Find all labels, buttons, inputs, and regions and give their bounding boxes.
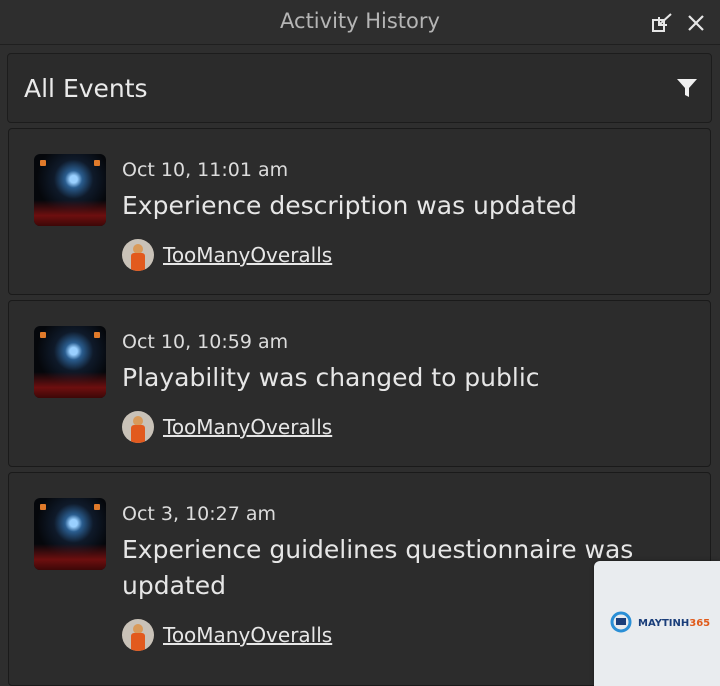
filter-icon[interactable] [675, 76, 699, 100]
event-card: Oct 10, 11:01 am Experience description … [8, 128, 711, 295]
event-card: Oct 10, 10:59 am Playability was changed… [8, 300, 711, 467]
user-avatar [122, 619, 154, 651]
watermark-brand: MAYTINH365 [638, 618, 711, 629]
dock-icon[interactable] [650, 11, 674, 35]
event-time: Oct 3, 10:27 am [122, 503, 277, 525]
filter-label: All Events [24, 74, 148, 103]
close-icon[interactable] [684, 11, 708, 35]
events-filter-header: All Events [7, 53, 712, 123]
user-link[interactable]: TooManyOveralls [163, 623, 332, 647]
user-avatar [122, 411, 154, 443]
user-link[interactable]: TooManyOveralls [163, 243, 332, 267]
globe-icon [610, 611, 632, 633]
window-title: Activity History [280, 9, 440, 33]
event-time: Oct 10, 10:59 am [122, 331, 289, 353]
user-link[interactable]: TooManyOveralls [163, 415, 332, 439]
event-time: Oct 10, 11:01 am [122, 159, 289, 181]
experience-thumbnail [34, 154, 106, 226]
experience-thumbnail [34, 326, 106, 398]
watermark-logo: MAYTINH365 [594, 561, 720, 686]
title-bar: Activity History [0, 0, 720, 45]
user-avatar [122, 239, 154, 271]
event-description: Experience description was updated [122, 191, 578, 220]
experience-thumbnail [34, 498, 106, 570]
event-description: Playability was changed to public [122, 363, 540, 392]
